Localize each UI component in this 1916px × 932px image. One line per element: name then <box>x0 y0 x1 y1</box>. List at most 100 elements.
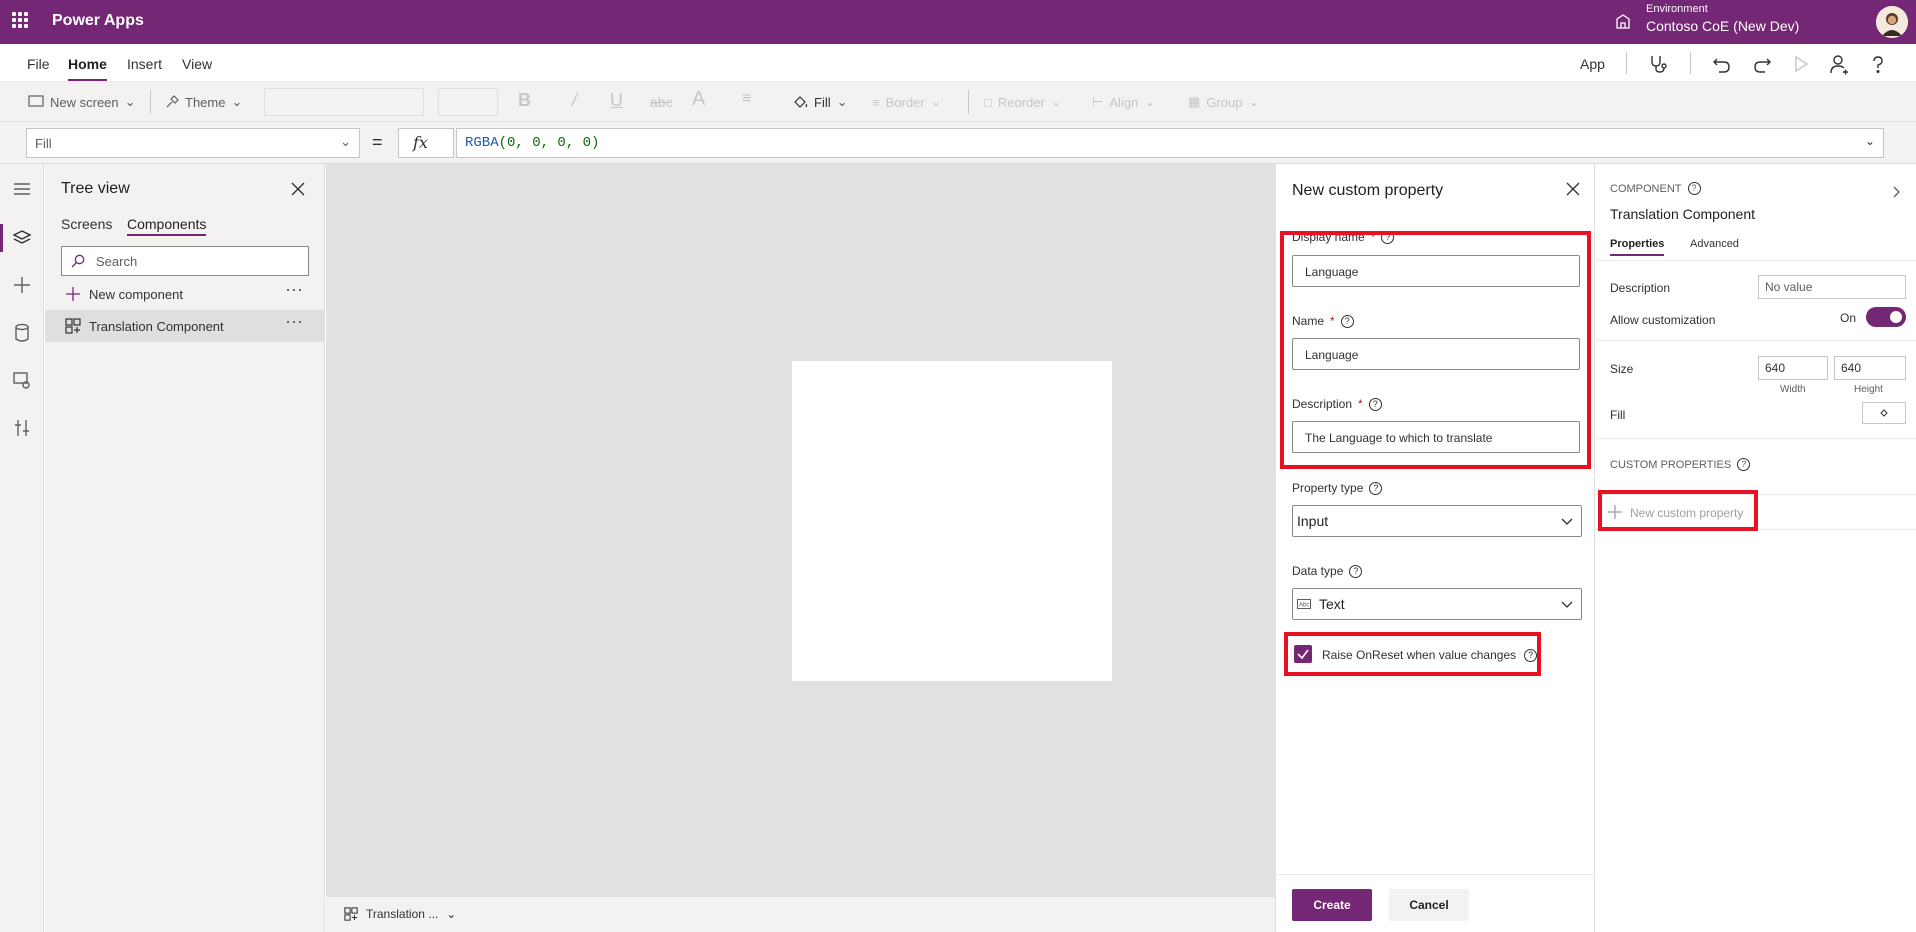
formula-bar: Fill ⌄ = fx ⌄ RGBA(0, 0, 0, 0) ⌄ <box>0 122 1916 170</box>
width-sublabel: Width <box>1780 384 1806 395</box>
component-kind-label: COMPONENT <box>1610 182 1682 195</box>
theme-label: Theme <box>185 94 226 110</box>
property-type-value: Input <box>1297 513 1329 529</box>
text-align-icon[interactable]: ≡ <box>742 90 751 108</box>
insert-plus-icon[interactable] <box>11 274 33 296</box>
reorder-icon: □ <box>984 94 992 110</box>
fill-label: Fill <box>814 94 831 110</box>
align-label: Align <box>1109 94 1139 110</box>
new-component-button[interactable]: New component ⋯ <box>45 278 325 310</box>
width-input[interactable]: 640 <box>1758 356 1828 380</box>
component-canvas[interactable] <box>792 361 1112 681</box>
chevron-right-icon[interactable] <box>1890 186 1902 198</box>
divider <box>150 90 151 114</box>
new-screen-button[interactable]: New screen ⌄ <box>28 94 136 110</box>
close-icon[interactable] <box>291 182 305 196</box>
top-bar: Power Apps Environment Contoso CoE (New … <box>0 0 1916 44</box>
property-type-label: Property type <box>1292 481 1364 495</box>
more-options-icon[interactable]: ⋯ <box>285 280 304 301</box>
environment-label: Environment <box>1646 3 1708 15</box>
menu-file[interactable]: File <box>27 56 50 72</box>
paint-bucket-icon <box>794 96 808 108</box>
height-input[interactable]: 640 <box>1834 356 1906 380</box>
font-family-select[interactable] <box>264 88 424 116</box>
help-icon[interactable]: ? <box>1687 182 1701 195</box>
highlight-box-fields <box>1280 231 1591 469</box>
underline-icon[interactable]: U <box>610 90 623 111</box>
hamburger-menu-icon[interactable] <box>11 178 33 200</box>
reorder-button[interactable]: □ Reorder ⌄ <box>984 94 1062 110</box>
app-checker-icon[interactable] <box>1647 53 1669 75</box>
play-icon[interactable] <box>1790 53 1812 75</box>
share-icon[interactable] <box>1828 53 1850 75</box>
more-options-icon[interactable]: ⋯ <box>285 312 304 333</box>
menu-bar: File Home Insert View App <box>0 44 1916 82</box>
undo-icon[interactable] <box>1711 53 1733 75</box>
equals-sign: = <box>372 132 383 152</box>
property-select-value: Fill <box>35 136 52 151</box>
border-button[interactable]: ≡ Border ⌄ <box>872 94 942 110</box>
text-type-icon: Abc <box>1297 599 1311 609</box>
data-type-label: Data type <box>1292 564 1344 578</box>
fx-button[interactable]: fx ⌄ <box>398 128 454 170</box>
description-prop-input[interactable]: No value <box>1758 275 1906 299</box>
strikethrough-icon[interactable]: abc <box>650 94 673 110</box>
allow-customization-label: Allow customization <box>1610 313 1716 327</box>
tree-item-translation-component[interactable]: Translation Component ⋯ <box>45 310 325 342</box>
tab-advanced[interactable]: Advanced <box>1690 238 1739 250</box>
redo-icon[interactable] <box>1751 53 1773 75</box>
search-icon <box>71 254 85 268</box>
fill-button[interactable]: Fill ⌄ <box>792 94 848 110</box>
fill-color-picker[interactable] <box>1862 402 1906 424</box>
highlight-box-checkbox <box>1284 632 1541 676</box>
tab-screens[interactable]: Screens <box>61 216 112 232</box>
reorder-label: Reorder <box>997 94 1045 110</box>
menu-home[interactable]: Home <box>68 56 107 81</box>
create-button[interactable]: Create <box>1292 889 1372 921</box>
property-select[interactable]: Fill ⌄ <box>26 128 360 158</box>
media-icon[interactable] <box>11 369 33 391</box>
formula-input[interactable]: RGBA(0, 0, 0, 0) ⌄ <box>456 128 1884 158</box>
search-input[interactable]: Search <box>61 246 309 276</box>
data-type-label-row: Data type ? <box>1292 564 1363 578</box>
help-icon[interactable]: ? <box>1369 481 1383 495</box>
help-icon[interactable] <box>1867 53 1889 75</box>
allow-customization-toggle[interactable] <box>1866 307 1906 327</box>
app-button[interactable]: App <box>1580 56 1605 72</box>
advanced-tools-icon[interactable] <box>11 417 33 439</box>
align-icon: ⊢ <box>1092 94 1104 109</box>
help-icon[interactable]: ? <box>1737 458 1751 471</box>
component-selector[interactable]: Translation ... ⌄ <box>344 907 456 921</box>
italic-icon[interactable]: / <box>572 90 577 111</box>
tree-view-layers-icon[interactable] <box>11 227 33 249</box>
description-prop-label: Description <box>1610 281 1671 295</box>
data-cylinder-icon[interactable] <box>11 322 33 344</box>
user-avatar[interactable] <box>1876 6 1908 38</box>
chevron-down-icon: ⌄ <box>930 94 942 109</box>
tab-properties[interactable]: Properties <box>1610 238 1665 256</box>
data-type-select[interactable]: Abc Text <box>1292 588 1582 620</box>
component-name: Translation Component <box>1610 206 1756 222</box>
help-icon[interactable]: ? <box>1349 564 1363 578</box>
command-bar: New screen ⌄ Theme ⌄ B / U abc A ≡ Fill … <box>0 82 1916 122</box>
tab-components[interactable]: Components <box>127 216 207 236</box>
panel-title: New custom property <box>1292 182 1444 199</box>
environment-name[interactable]: Contoso CoE (New Dev) <box>1646 18 1799 34</box>
font-color-icon[interactable]: A <box>692 88 705 111</box>
theme-button[interactable]: Theme ⌄ <box>165 94 242 110</box>
cancel-button[interactable]: Cancel <box>1389 889 1469 921</box>
group-button[interactable]: ▦ Group ⌄ <box>1188 94 1259 110</box>
custom-properties-title: CUSTOM PROPERTIES <box>1610 458 1732 471</box>
menu-view[interactable]: View <box>182 56 212 72</box>
chevron-down-icon: ⌄ <box>124 94 136 109</box>
close-icon[interactable] <box>1566 182 1580 196</box>
font-size-select[interactable] <box>438 88 498 116</box>
menu-insert[interactable]: Insert <box>127 56 162 72</box>
align-button[interactable]: ⊢ Align ⌄ <box>1092 94 1155 110</box>
property-type-select[interactable]: Input <box>1292 505 1582 537</box>
canvas-area <box>326 164 1275 896</box>
component-icon <box>65 318 81 334</box>
bold-icon[interactable]: B <box>518 90 531 111</box>
chevron-down-icon: ⌄ <box>231 94 243 109</box>
app-launcher-icon[interactable] <box>12 12 28 28</box>
